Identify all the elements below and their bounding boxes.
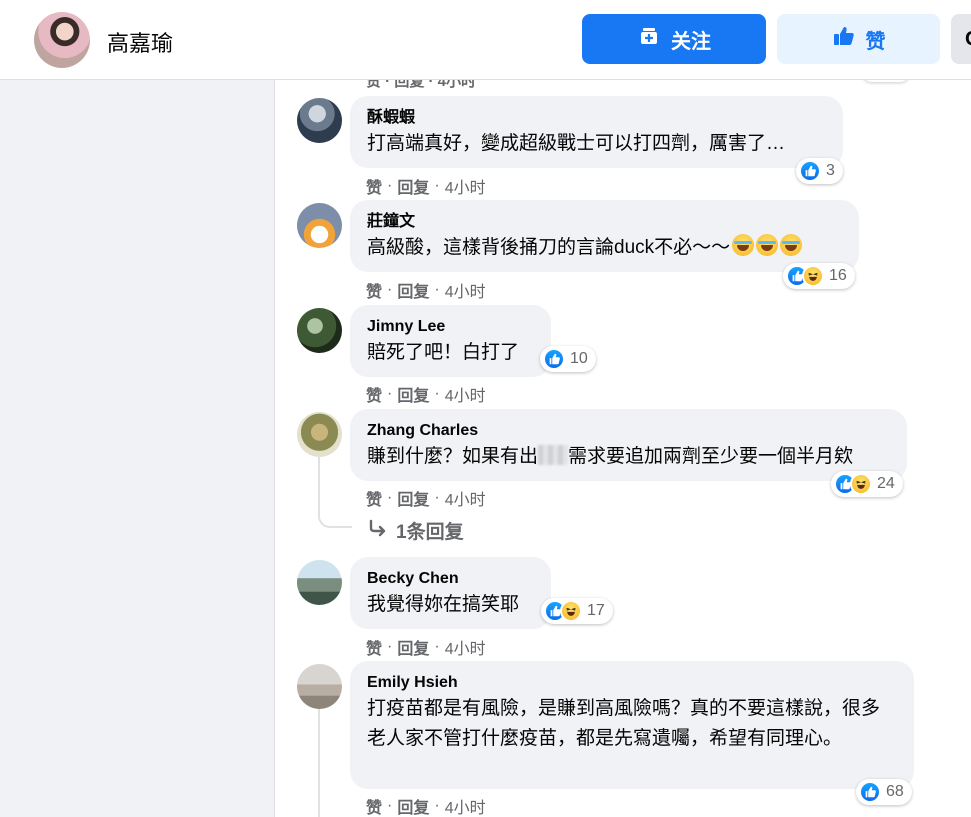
- reaction-count: 16: [829, 267, 847, 284]
- reply-thread-line: [318, 456, 352, 528]
- separator: ·: [387, 281, 393, 298]
- reaction-summary[interactable]: 24: [831, 471, 903, 497]
- avatar[interactable]: [297, 664, 342, 709]
- comment-actions: 赞 · 回复 · 4小时: [366, 794, 486, 817]
- like-page-button[interactable]: 赞: [777, 14, 940, 64]
- reaction-summary[interactable]: 17: [541, 598, 613, 624]
- reaction-count: 17: [587, 602, 605, 619]
- comment-bubble: Becky Chen 我覺得妳在搞笑耶: [350, 557, 551, 629]
- comment-text: 我覺得妳在搞笑耶: [367, 594, 520, 615]
- reply-button[interactable]: 回复: [397, 486, 429, 510]
- like-comment-button[interactable]: 赞: [366, 174, 382, 198]
- comment-time[interactable]: 4小时: [445, 174, 486, 198]
- comment-text: 高級酸，這樣背後捅刀的言論duck不必～～: [367, 233, 843, 263]
- reply-button[interactable]: 回复: [397, 382, 429, 406]
- like-page-label: 赞: [865, 30, 886, 53]
- separator: ·: [387, 177, 393, 194]
- page-name[interactable]: 高嘉瑜: [107, 26, 173, 58]
- reply-button[interactable]: 回复: [397, 278, 429, 302]
- comment-bubble: Jimny Lee 賠死了吧！白打了: [350, 305, 551, 377]
- reaction-summary[interactable]: 16: [783, 263, 855, 289]
- like-comment-button[interactable]: 赞: [366, 382, 382, 406]
- left-panel: [0, 80, 275, 817]
- reaction-summary[interactable]: 3: [796, 158, 843, 184]
- separator: ·: [434, 489, 440, 506]
- reaction-count: 3: [826, 162, 835, 179]
- comment-bubble: Emily Hsieh 打疫苗都是有風險，是賺到高風險嗎？真的不要這樣說，很多老…: [350, 661, 914, 789]
- reaction-summary[interactable]: 68: [856, 779, 912, 805]
- comment-text: 賺到什麼？如果有出 需求要追加兩劑至少要一個半月欸: [367, 445, 854, 467]
- comment-bubble: 莊鐘文 高級酸，這樣背後捅刀的言論duck不必～～: [350, 200, 859, 272]
- like-comment-button[interactable]: 赞: [366, 635, 382, 659]
- reaction-summary[interactable]: 10: [540, 346, 596, 372]
- comment-text: 賠死了吧！白打了: [367, 342, 520, 363]
- separator: ·: [434, 797, 440, 814]
- reply-arrow-icon: [368, 518, 388, 544]
- comment-time[interactable]: 4小时: [445, 635, 486, 659]
- separator: ·: [387, 638, 393, 655]
- laughing-emoji-icon: [780, 234, 803, 256]
- comment-bubble: 酥蝦蝦 打高端真好，變成超級戰士可以打四劑，厲害了…: [350, 96, 843, 168]
- comment-time[interactable]: 4小时: [445, 794, 486, 817]
- thumbs-up-icon: [832, 24, 856, 54]
- avatar[interactable]: [297, 308, 342, 353]
- comment-time[interactable]: 4小时: [445, 382, 486, 406]
- like-reaction-icon: [859, 781, 881, 803]
- separator: ·: [434, 638, 440, 655]
- follow-label: 关注: [671, 30, 711, 53]
- comment-text: 打高端真好，變成超級戰士可以打四劑，厲害了…: [367, 133, 786, 154]
- comment-actions: 赞 · 回复 · 4小时: [366, 382, 486, 406]
- laughing-emoji-icon: [732, 234, 755, 256]
- reaction-count: 68: [886, 783, 904, 800]
- like-comment-button[interactable]: 赞: [366, 794, 382, 817]
- search-button[interactable]: Q: [951, 14, 971, 64]
- reply-thread-line: [318, 707, 320, 817]
- view-replies-link[interactable]: 1条回复: [368, 517, 464, 544]
- reply-button[interactable]: 回复: [397, 794, 429, 817]
- comment-author[interactable]: 莊鐘文: [367, 211, 843, 233]
- laughing-emoji-icon: [756, 234, 779, 256]
- separator: ·: [387, 797, 393, 814]
- comment-actions: 赞 · 回复 · 4小时: [366, 486, 486, 510]
- search-label: Q: [965, 28, 971, 51]
- page-header: 高嘉瑜 关注 赞 Q: [0, 0, 971, 80]
- avatar[interactable]: [297, 412, 342, 457]
- comment-author[interactable]: Zhang Charles: [367, 420, 891, 442]
- blurred-text: [538, 445, 569, 465]
- comment-author[interactable]: 酥蝦蝦: [367, 107, 827, 129]
- avatar[interactable]: [297, 560, 342, 605]
- comment-text: 打疫苗都是有風險，是賺到高風險嗎？真的不要這樣說，很多老人家不管打什麼疫苗，都是…: [367, 698, 881, 749]
- avatar[interactable]: [297, 98, 342, 143]
- reaction-count: 24: [877, 475, 895, 492]
- avatar[interactable]: [297, 203, 342, 248]
- comment-actions: 赞 · 回复 · 4小时: [366, 278, 486, 302]
- like-reaction-icon: [799, 160, 821, 182]
- comment-bubble: Zhang Charles 賺到什麼？如果有出 需求要追加兩劑至少要一個半月欸: [350, 409, 907, 481]
- reply-button[interactable]: 回复: [397, 635, 429, 659]
- reaction-count: 10: [570, 350, 588, 367]
- follow-button[interactable]: 关注: [582, 14, 766, 64]
- like-comment-button[interactable]: 赞: [366, 486, 382, 510]
- comment-author[interactable]: Emily Hsieh: [367, 672, 898, 694]
- separator: ·: [434, 385, 440, 402]
- comment-author[interactable]: Jimny Lee: [367, 316, 535, 338]
- like-comment-button[interactable]: 赞: [366, 278, 382, 302]
- comment-actions: 赞 · 回复 · 4小时: [366, 635, 486, 659]
- haha-reaction-icon: [560, 600, 582, 622]
- separator: ·: [387, 385, 393, 402]
- view-replies-label: 1条回复: [396, 522, 464, 543]
- page-avatar[interactable]: [34, 12, 90, 68]
- separator: ·: [434, 281, 440, 298]
- separator: ·: [387, 489, 393, 506]
- comment-time[interactable]: 4小时: [445, 278, 486, 302]
- separator: ·: [434, 177, 440, 194]
- comment-time[interactable]: 4小时: [445, 486, 486, 510]
- like-reaction-icon: [543, 348, 565, 370]
- comment-actions: 赞 · 回复 · 4小时: [366, 174, 486, 198]
- reply-button[interactable]: 回复: [397, 174, 429, 198]
- haha-reaction-icon: [802, 265, 824, 287]
- haha-reaction-icon: [850, 473, 872, 495]
- follow-icon: [637, 24, 661, 54]
- comment-author[interactable]: Becky Chen: [367, 568, 535, 590]
